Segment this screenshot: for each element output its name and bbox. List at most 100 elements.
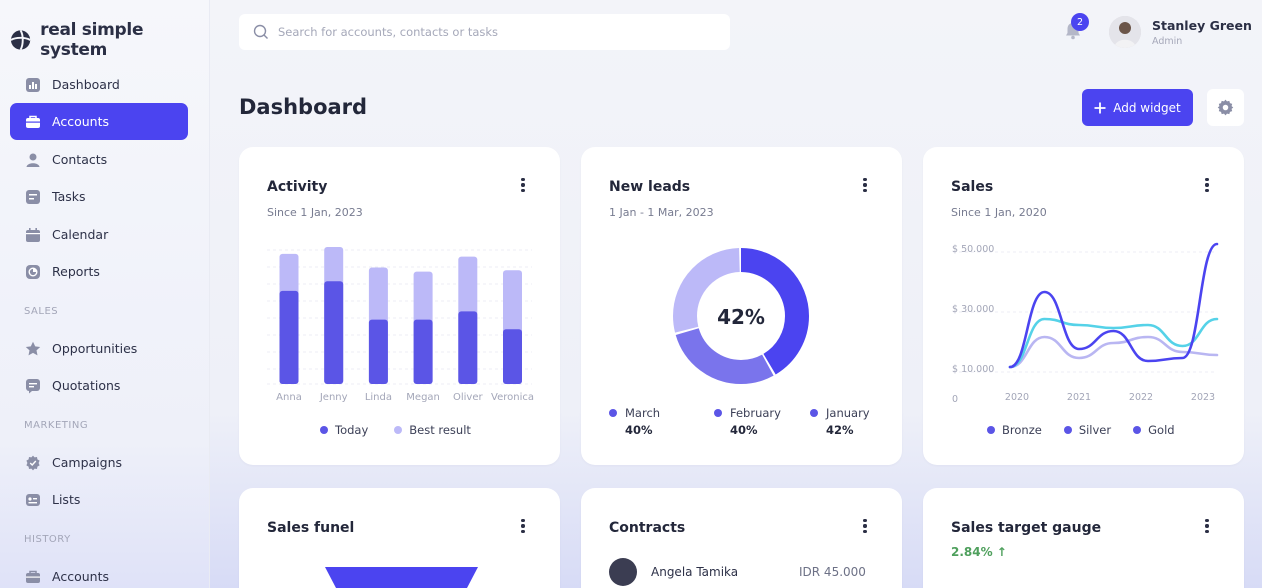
more-options-icon[interactable] (1204, 519, 1210, 535)
star-icon (24, 340, 41, 357)
x-tick-label: 2022 (1129, 392, 1153, 403)
sidebar-item-lists[interactable]: Lists (10, 481, 188, 518)
legend-dot (609, 409, 617, 417)
card-title: Sales target gauge (951, 520, 1102, 536)
bar-today (368, 319, 388, 384)
avatar[interactable] (1109, 16, 1141, 48)
x-tick-label: 2023 (1191, 392, 1215, 403)
legend-dot (1133, 426, 1142, 434)
quote-icon (24, 377, 41, 394)
sidebar: real simple system Dashboard Accounts Co… (0, 0, 210, 588)
legend-label: March (625, 406, 661, 420)
legend-dot (394, 426, 403, 434)
more-options-icon[interactable] (862, 519, 868, 535)
x-tick-label: Jenny (319, 392, 348, 403)
sidebar-item-opportunities[interactable]: Opportunities (10, 330, 188, 367)
funnel-shape (325, 567, 478, 588)
user-name: Stanley Green (1152, 18, 1252, 33)
sidebar-item-dashboard[interactable]: Dashboard (10, 66, 188, 103)
contract-amount: IDR 45.000 (799, 565, 866, 579)
brand-name: real simple system (40, 20, 144, 60)
legend-dot (714, 409, 722, 417)
contract-name: Angela Tamika (651, 565, 739, 579)
legend-label: Silver (1078, 423, 1112, 437)
avatar (609, 558, 637, 586)
search-input[interactable] (278, 25, 698, 39)
logo-icon (10, 29, 31, 51)
bar-today (503, 329, 522, 384)
page-title: Dashboard (239, 95, 368, 119)
user-icon (24, 151, 41, 168)
search-icon (253, 24, 268, 39)
legend-item-march: March 40% (609, 406, 660, 437)
legend-label: Bronze (1002, 423, 1042, 437)
tasks-icon (24, 188, 41, 205)
legend-item-today: Today (320, 423, 368, 437)
bar-today (324, 281, 344, 384)
x-tick-label: Oliver (453, 392, 483, 403)
list-item[interactable]: Angela Tamika IDR 45.000 (609, 558, 866, 586)
y-tick-label: $ 50.000 (952, 244, 994, 255)
sales-legend: Bronze Silver Gold (987, 423, 1175, 437)
calendar-icon (24, 226, 41, 243)
leads-donut-chart: 42% (673, 248, 809, 384)
sidebar-item-label: Accounts (52, 114, 109, 129)
legend-value: 42% (826, 423, 854, 437)
x-tick-label: Veronica (491, 392, 534, 403)
settings-button[interactable] (1207, 89, 1244, 126)
sidebar-item-reports[interactable]: Reports (10, 253, 188, 290)
sidebar-item-label: Accounts (52, 569, 109, 584)
line-gold (1008, 242, 1219, 369)
sales-card: Sales Since 1 Jan, 2020 $ 50.000 $ 30.000… (923, 147, 1244, 465)
sidebar-item-label: Campaigns (52, 455, 123, 470)
legend-item-january: January 42% (810, 406, 870, 437)
legend-item-february: February 40% (714, 406, 781, 437)
activity-legend: Today Best result (320, 423, 471, 437)
legend-dot (320, 426, 328, 434)
sidebar-item-label: Contacts (52, 152, 108, 167)
gauge-change: 2.84% ↑ (951, 545, 1007, 559)
sidebar-item-tasks[interactable]: Tasks (10, 178, 188, 215)
user-role: Admin (1152, 36, 1183, 47)
activity-bar-chart: Anna Jenny Linda Megan Oliver Veronica (267, 247, 534, 403)
legend-item-gold: Gold (1133, 423, 1175, 437)
section-title-marketing: MARKETING (24, 420, 89, 431)
sidebar-item-accounts[interactable]: Accounts (10, 103, 188, 140)
sidebar-item-quotations[interactable]: Quotations (10, 367, 188, 404)
legend-label: January (826, 406, 870, 420)
legend-dot (1063, 426, 1072, 434)
section-title-history: HISTORY (24, 534, 71, 545)
add-widget-button[interactable]: Add widget (1082, 89, 1193, 126)
sidebar-item-label: Opportunities (52, 341, 138, 356)
list-icon (24, 491, 41, 508)
legend-label: Gold (1148, 423, 1175, 437)
sidebar-item-contacts[interactable]: Contacts (10, 141, 188, 178)
briefcase-icon (24, 113, 41, 130)
x-tick-label: 2020 (1005, 392, 1029, 403)
legend-label: Today (335, 423, 369, 437)
search-bar[interactable] (239, 14, 730, 50)
new-leads-card: New leads 1 Jan - 1 Mar, 2023 42% March … (581, 147, 902, 465)
sidebar-item-label: Quotations (52, 378, 121, 393)
briefcase-icon (24, 568, 41, 585)
sales-funnel-card: Sales funel (239, 488, 560, 588)
gear-icon (1217, 99, 1234, 116)
pie-icon (24, 263, 41, 280)
y-tick-label: $ 10.000 (952, 364, 994, 375)
brand[interactable]: real simple system (10, 20, 209, 60)
legend-value: 40% (730, 423, 758, 437)
bar-today (279, 290, 299, 384)
legend-item-bronze: Bronze (987, 423, 1042, 437)
add-widget-label: Add widget (1113, 100, 1181, 115)
bar-chart-icon (24, 76, 41, 93)
legend-item-best-result: Best result (394, 423, 471, 437)
legend-dot (810, 409, 818, 417)
sidebar-item-label: Reports (52, 264, 100, 279)
sidebar-item-campaigns[interactable]: Campaigns (10, 444, 188, 481)
sales-line-chart: $ 50.000 $ 30.000 $ 10.000 0 2020 2021 2022 202… (952, 242, 1219, 405)
activity-card: Activity Since 1 Jan, 2023 Anna Jenny Lind… (239, 147, 560, 465)
sidebar-item-label: Tasks (52, 189, 86, 204)
legend-value: 40% (625, 423, 653, 437)
sidebar-item-calendar[interactable]: Calendar (10, 216, 188, 253)
sidebar-item-history-accounts[interactable]: Accounts (10, 558, 188, 588)
